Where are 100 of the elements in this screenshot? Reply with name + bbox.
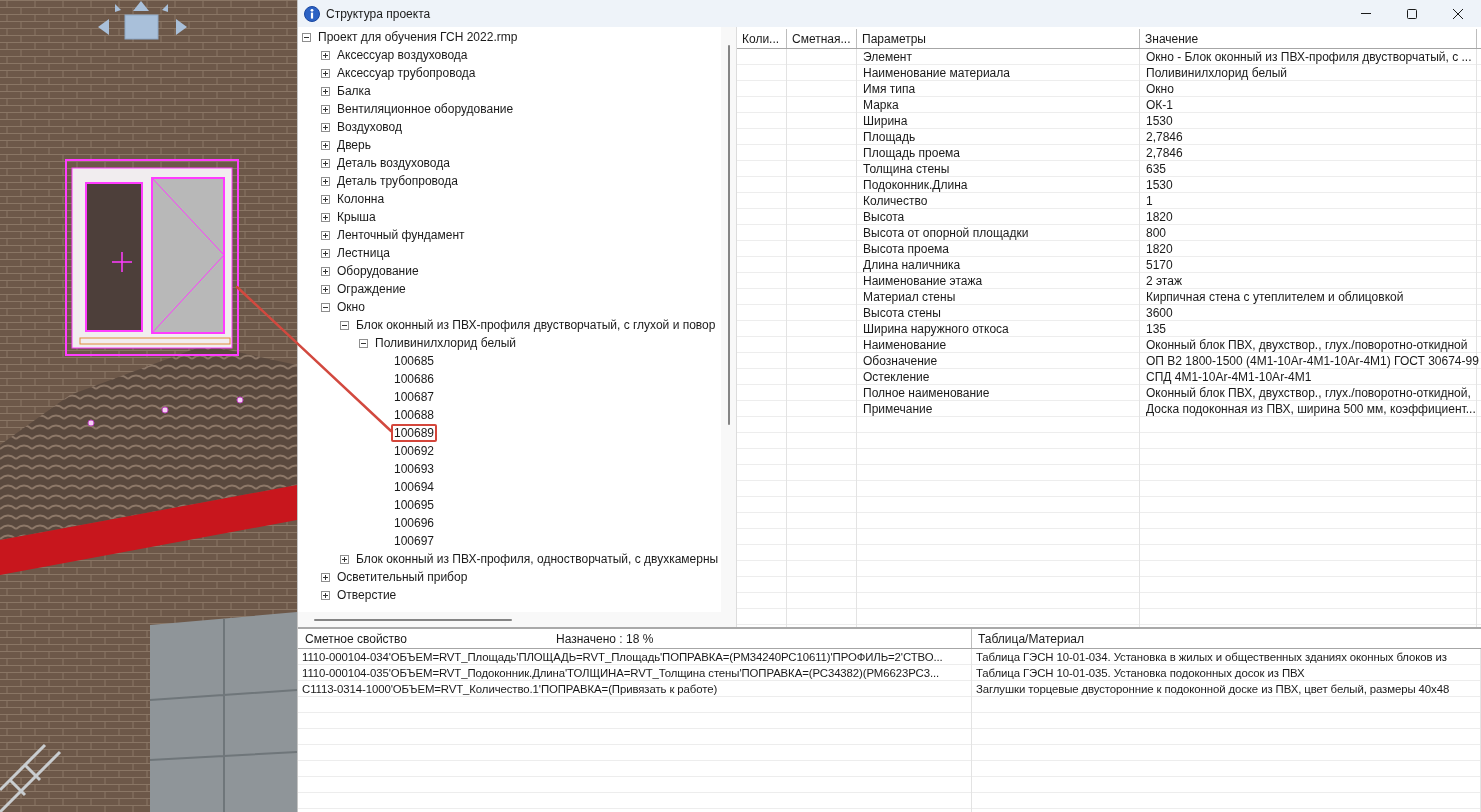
value-cell-text: ОК-1: [1145, 97, 1174, 113]
tree-item[interactable]: Окно: [337, 299, 365, 315]
column-header[interactable]: Таблица/Материал: [972, 629, 1481, 648]
tree-item[interactable]: Блок оконный из ПВХ-профиля, одностворчатый, с двухкамерны: [356, 551, 719, 567]
vertical-scrollbar-thumb[interactable]: [728, 45, 730, 425]
tree-item[interactable]: Проект для обучения ГСН 2022.rmp: [318, 29, 518, 45]
minus-box-icon[interactable]: [321, 302, 330, 312]
minus-box-icon[interactable]: [302, 32, 311, 42]
tree-item[interactable]: 100692: [391, 442, 438, 460]
plus-box-icon[interactable]: [321, 590, 330, 600]
parameter-cell-text: Количество: [862, 193, 929, 209]
parameter-cell-text: Толщина стены: [862, 161, 951, 177]
column-header[interactable]: Сметная...: [787, 29, 857, 48]
minus-box-icon[interactable]: [359, 338, 368, 348]
value-cell-text: 1820: [1145, 209, 1174, 225]
tree-item[interactable]: 100687: [391, 388, 438, 406]
tree-item[interactable]: Деталь трубопровода: [337, 173, 458, 189]
tree-item[interactable]: 100689: [391, 424, 438, 442]
tree-item[interactable]: Вентиляционное оборудование: [337, 101, 514, 117]
table-material-cell-text: Таблица ГЭСН 10-01-034. Установка в жилых и общественных зданиях оконных блоков из: [975, 650, 1447, 665]
tree-item[interactable]: Аксессуар трубопровода: [337, 65, 476, 81]
tree-item[interactable]: Ограждение: [337, 281, 406, 297]
tree-item[interactable]: Блок оконный из ПВХ-профиля двустворчатый, с глухой и повор: [356, 317, 716, 333]
column-header[interactable]: Значение: [1140, 29, 1477, 48]
tree-item[interactable]: 100696: [391, 514, 438, 532]
value-cell-text: 635: [1145, 161, 1168, 177]
value-cell-text: Окно - Блок оконный из ПВХ-профиля двустворчатый, с ...: [1145, 49, 1473, 65]
plus-box-icon[interactable]: [321, 104, 330, 114]
estimate-property-cell-text: 1110-000104-034'ОБЪЕМ=RVT_Площадь'ПЛОЩАДЬ=RVT_Площадь'ПОПРАВКА=(РМ34240РС10611)'ПРОФИЛЬ=2'СТВО...: [301, 650, 943, 665]
tree-item[interactable]: 100695: [391, 496, 438, 514]
table-material-cell-text: Таблица ГЭСН 10-01-035. Установка подоконных досок из ПВХ: [975, 666, 1305, 681]
column-header[interactable]: Параметры: [857, 29, 1140, 48]
value-cell-text: 800: [1145, 225, 1168, 241]
tree-item[interactable]: Балка: [337, 83, 371, 99]
tree-item[interactable]: Воздуховод: [337, 119, 402, 135]
column-header[interactable]: Коли...: [737, 29, 787, 48]
parameter-cell-text: Имя типа: [862, 81, 917, 97]
plus-box-icon[interactable]: [321, 266, 330, 276]
tree-item[interactable]: Дверь: [337, 137, 371, 153]
parameter-cell-text: Остекление: [862, 369, 931, 385]
parameter-cell-text: Ширина наружного откоса: [862, 321, 1010, 337]
minus-box-icon[interactable]: [340, 320, 349, 330]
tree-item[interactable]: Колонна: [337, 191, 385, 207]
parameter-cell-text: Ширина: [862, 113, 909, 129]
parameter-cell-text: Подоконник.Длина: [862, 177, 969, 193]
tree-item[interactable]: Отверстие: [337, 587, 397, 603]
value-cell-text: 135: [1145, 321, 1168, 337]
estimate-property-cell-text: С1113-0314-1000'ОБЪЕМ=RVT_Количество.1'ПОПРАВКА=(Привязать к работе): [301, 682, 718, 697]
minimize-icon: [1361, 13, 1371, 14]
tree-item[interactable]: Ленточный фундамент: [337, 227, 465, 243]
tree-item[interactable]: 100694: [391, 478, 438, 496]
tree-item[interactable]: 100686: [391, 370, 438, 388]
parameter-cell-text: Примечание: [862, 401, 934, 417]
value-cell-text: 2 этаж: [1145, 273, 1183, 289]
tree-item[interactable]: 100697: [391, 532, 438, 550]
maximize-icon: [1407, 8, 1417, 19]
plus-box-icon[interactable]: [321, 122, 330, 132]
tree-item[interactable]: Аксессуар воздуховода: [337, 47, 468, 63]
tree-item[interactable]: Деталь воздуховода: [337, 155, 450, 171]
parameter-cell-text: Высота: [862, 209, 906, 225]
column-header[interactable]: Сметное свойство: [305, 629, 556, 648]
value-cell-text: 5170: [1145, 257, 1174, 273]
plus-box-icon[interactable]: [321, 158, 330, 168]
tree-item[interactable]: Осветительный прибор: [337, 569, 468, 585]
estimate-property-cell-text: 1110-000104-035'ОБЪЕМ=RVT_Подоконник.Длина'ТОЛЩИНА=RVT_Толщина стены'ПОПРАВКА=(РС34382)(РМ6623РС3...: [301, 666, 940, 681]
plus-box-icon[interactable]: [321, 140, 330, 150]
parameter-cell-text: Наименование: [862, 337, 948, 353]
tree-item[interactable]: Крыша: [337, 209, 376, 225]
value-cell-text: Доска подоконная из ПВХ, ширина 500 мм, коэффициент...: [1145, 401, 1476, 417]
parameter-cell-text: Полное наименование: [862, 385, 991, 401]
assigned-percentage: Назначено : 18 %: [556, 630, 654, 648]
plus-box-icon[interactable]: [321, 50, 330, 60]
plus-box-icon[interactable]: [321, 230, 330, 240]
tree-item[interactable]: Лестница: [337, 245, 390, 261]
tree-item[interactable]: 100688: [391, 406, 438, 424]
plus-box-icon[interactable]: [321, 572, 330, 582]
plus-box-icon[interactable]: [321, 68, 330, 78]
parameter-cell-text: Наименование материала: [862, 65, 1011, 81]
value-cell-text: 1530: [1145, 177, 1174, 193]
parameter-cell-text: Материал стены: [862, 289, 957, 305]
horizontal-scrollbar-thumb[interactable]: [314, 619, 512, 621]
value-cell-text: Поливинилхлорид белый: [1145, 65, 1289, 81]
value-cell-text: 1: [1145, 193, 1154, 209]
plus-box-icon[interactable]: [321, 176, 330, 186]
tree-item[interactable]: Поливинилхлорид белый: [375, 335, 517, 351]
plus-box-icon[interactable]: [321, 248, 330, 258]
parameter-cell-text: Площадь: [862, 129, 917, 145]
tree-item[interactable]: Оборудование: [337, 263, 419, 279]
parameter-cell-text: Наименование этажа: [862, 273, 984, 289]
window-title: Структура проекта: [326, 5, 431, 23]
plus-box-icon[interactable]: [321, 284, 330, 294]
tree-item[interactable]: 100693: [391, 460, 438, 478]
plus-box-icon[interactable]: [321, 194, 330, 204]
plus-box-icon[interactable]: [321, 212, 330, 222]
plus-box-icon[interactable]: [340, 554, 349, 564]
plus-box-icon[interactable]: [321, 86, 330, 96]
table-material-cell-text: Заглушки торцевые двусторонние к подоконной доске из ПВХ, цвет белый, размеры 40х48: [975, 682, 1450, 697]
parameter-cell-text: Обозначение: [862, 353, 939, 369]
tree-item[interactable]: 100685: [391, 352, 438, 370]
parameter-cell-text: Высота проема: [862, 241, 950, 257]
